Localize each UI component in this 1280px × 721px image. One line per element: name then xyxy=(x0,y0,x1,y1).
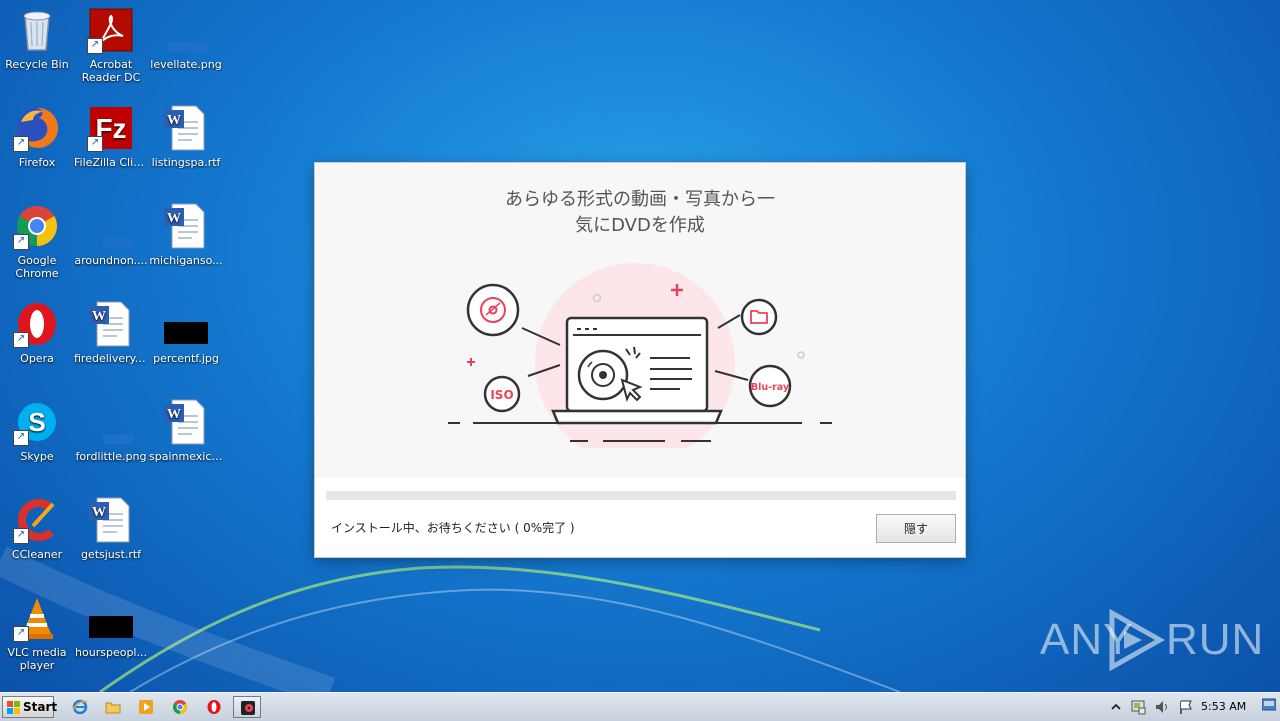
image-file-icon xyxy=(164,322,208,344)
taskbar-app-explorer[interactable] xyxy=(99,696,127,718)
desktop-icon-opera[interactable]: ↗ Opera xyxy=(0,300,74,365)
volume-icon[interactable] xyxy=(1154,699,1170,715)
desktop-icon-label: listingspa.rtf xyxy=(151,156,221,169)
network-flag-icon[interactable] xyxy=(1178,699,1194,715)
desktop-icon-file[interactable]: W firedelivery.rtf xyxy=(74,300,148,365)
install-progress-bar xyxy=(326,491,956,500)
taskbar-app-media-player[interactable] xyxy=(132,696,160,718)
svg-text:W: W xyxy=(167,211,181,226)
svg-text:W: W xyxy=(92,309,106,324)
installer-title-line-2: 気にDVDを作成 xyxy=(575,215,705,236)
desktop-icon-label: fordlittle.png xyxy=(75,450,147,463)
dvd-creation-illustration: ISO Blu-ray xyxy=(448,263,832,448)
desktop-icon-file[interactable]: aroundnon.... xyxy=(74,202,148,267)
watermark-text-right: RUN xyxy=(1166,615,1265,664)
taskbar-clock[interactable]: 5:53 AM xyxy=(1201,700,1246,713)
desktop-icon-label: Recycle Bin xyxy=(5,58,69,71)
word-document-icon: W xyxy=(89,497,130,543)
shortcut-arrow-icon: ↗ xyxy=(13,626,29,642)
bluray-label: Blu-ray xyxy=(751,382,790,393)
desktop-icon-label: spainmexico... xyxy=(149,450,223,463)
installer-title: あらゆる形式の動画・写真から一 気にDVDを作成 xyxy=(315,187,965,239)
desktop: Recycle Bin ↗ Firefox ↗ Google Chrome ↗ … xyxy=(0,0,1280,692)
shortcut-arrow-icon: ↗ xyxy=(87,136,103,152)
desktop-icon-file[interactable]: W listingspa.rtf xyxy=(149,104,223,169)
desktop-icon-acrobat[interactable]: ↗ Acrobat Reader DC xyxy=(74,6,148,84)
iso-label: ISO xyxy=(490,388,513,402)
taskbar-app-opera[interactable] xyxy=(200,696,228,718)
desktop-icon-label: CCleaner xyxy=(11,548,63,561)
desktop-icon-label: getsjust.rtf xyxy=(80,548,142,561)
desktop-icon-label: FileZilla Client xyxy=(74,156,148,169)
desktop-icon-label: Acrobat Reader DC xyxy=(81,58,141,84)
show-desktop-icon[interactable] xyxy=(1262,698,1276,712)
desktop-icon-label: Skype xyxy=(20,450,54,463)
desktop-icon-label: Google Chrome xyxy=(15,254,59,280)
desktop-icon-ccleaner[interactable]: ↗ CCleaner xyxy=(0,496,74,561)
word-document-icon: W xyxy=(164,399,205,445)
desktop-icon-label: Firefox xyxy=(18,156,56,169)
desktop-icon-file[interactable]: W michiganso... xyxy=(149,202,223,267)
installer-banner: あらゆる形式の動画・写真から一 気にDVDを作成 ISO Blu-ray xyxy=(315,163,965,478)
tray-overflow-chevron-icon[interactable] xyxy=(1108,699,1124,715)
desktop-icon-label: michiganso... xyxy=(149,254,223,267)
shortcut-arrow-icon: ↗ xyxy=(13,234,29,250)
image-file-icon xyxy=(103,434,133,444)
desktop-icon-file[interactable]: hourspeopl... xyxy=(74,594,148,659)
desktop-icon-label: VLC media player xyxy=(7,646,67,672)
desktop-icon-chrome[interactable]: ↗ Google Chrome xyxy=(0,202,74,280)
play-logo-icon xyxy=(1109,609,1166,671)
shortcut-arrow-icon: ↗ xyxy=(13,332,29,348)
desktop-icon-label: firedelivery.rtf xyxy=(74,352,148,365)
desktop-icon-recycle-bin[interactable]: Recycle Bin xyxy=(0,6,74,71)
recycle-bin-icon xyxy=(23,11,51,51)
chrome-icon xyxy=(173,700,187,714)
word-document-icon: W xyxy=(89,301,130,347)
install-status-text: インストール中、お待ちください ( 0%完了 ) xyxy=(331,521,575,535)
hide-button[interactable]: 隠す xyxy=(876,514,956,543)
desktop-icon-label: levellate.png xyxy=(150,58,222,71)
desktop-icon-label: Opera xyxy=(20,352,54,365)
shortcut-arrow-icon: ↗ xyxy=(13,430,29,446)
taskbar-app-ie[interactable] xyxy=(66,696,94,718)
dvd-creator-icon xyxy=(241,701,255,715)
desktop-icon-file[interactable]: percentf.jpg xyxy=(149,300,223,365)
desktop-icon-file[interactable]: fordlittle.png xyxy=(74,398,148,463)
word-document-icon: W xyxy=(164,203,205,249)
word-document-icon: W xyxy=(164,105,205,151)
desktop-icon-label: aroundnon.... xyxy=(74,254,148,267)
shortcut-arrow-icon: ↗ xyxy=(13,528,29,544)
svg-text:W: W xyxy=(167,113,181,128)
svg-text:S: S xyxy=(28,407,45,437)
desktop-icon-firefox[interactable]: ↗ Firefox xyxy=(0,104,74,169)
image-file-icon xyxy=(103,238,133,248)
windows-logo-icon xyxy=(7,701,20,714)
image-file-icon xyxy=(89,616,133,638)
desktop-icon-filezilla[interactable]: Fz ↗ FileZilla Client xyxy=(74,104,148,169)
explorer-icon xyxy=(105,702,121,714)
desktop-icon-label: percentf.jpg xyxy=(153,352,219,365)
opera-icon xyxy=(207,700,221,714)
shortcut-arrow-icon: ↗ xyxy=(87,38,103,54)
taskbar-app-chrome[interactable] xyxy=(166,696,194,718)
start-label: Start xyxy=(23,700,58,714)
desktop-icon-file[interactable]: W spainmexico... xyxy=(149,398,223,463)
start-button[interactable]: Start xyxy=(2,696,58,718)
svg-text:W: W xyxy=(167,407,181,422)
desktop-icon-file[interactable]: W getsjust.rtf xyxy=(74,496,148,561)
installer-window: あらゆる形式の動画・写真から一 気にDVDを作成 ISO Blu-ray インス… xyxy=(315,163,965,557)
image-file-icon xyxy=(168,42,208,52)
shortcut-arrow-icon: ↗ xyxy=(13,136,29,152)
desktop-icon-label: hourspeopl... xyxy=(75,646,147,659)
desktop-icon-file[interactable]: levellate.png xyxy=(149,6,223,71)
desktop-icon-vlc[interactable]: ↗ VLC media player xyxy=(0,594,74,672)
action-center-icon[interactable] xyxy=(1130,699,1146,715)
installer-title-line-1: あらゆる形式の動画・写真から一 xyxy=(505,189,775,210)
taskbar-app-dvd-creator[interactable] xyxy=(233,696,261,718)
taskbar: Start 5:53 AM xyxy=(0,692,1280,721)
svg-text:W: W xyxy=(92,505,106,520)
media-player-icon xyxy=(139,700,153,714)
ie-icon xyxy=(72,699,88,715)
desktop-icon-skype[interactable]: S ↗ Skype xyxy=(0,398,74,463)
